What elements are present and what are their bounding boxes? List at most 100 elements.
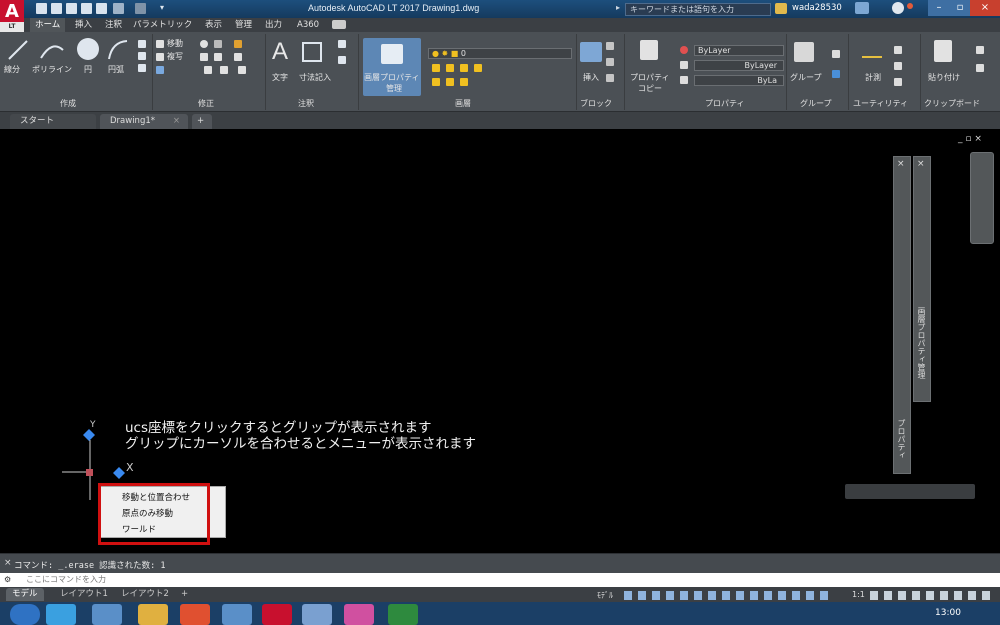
layer-tool-icon[interactable] xyxy=(446,64,454,72)
utilities-group-title[interactable]: ユーティリティ xyxy=(853,98,908,110)
create-block-icon[interactable] xyxy=(606,42,614,50)
insert-block-icon[interactable] xyxy=(580,42,602,62)
model-space-button[interactable]: ﾓﾃﾞﾙ xyxy=(597,590,613,601)
layer-properties-palette[interactable]: × 画層プロパティ管理 xyxy=(913,156,931,402)
tab-insert[interactable]: 挿入 xyxy=(70,18,97,32)
scale-icon[interactable] xyxy=(204,66,212,74)
rectangle-icon[interactable] xyxy=(138,40,146,48)
add-layout-button[interactable]: + xyxy=(175,588,194,601)
color-dropdown[interactable]: ByLayer xyxy=(694,45,784,56)
qa-dropdown-icon[interactable]: ▾ xyxy=(160,3,164,12)
layer-tool-icon[interactable] xyxy=(432,78,440,86)
circle-icon[interactable] xyxy=(77,38,99,60)
ie-icon[interactable] xyxy=(46,604,76,625)
groups-group-title[interactable]: グループ xyxy=(800,98,832,110)
command-input[interactable]: ここにコマンドを入力 xyxy=(26,573,106,587)
status-tools[interactable] xyxy=(870,591,994,600)
tab-home[interactable]: ホーム xyxy=(30,18,66,32)
rotate-icon[interactable] xyxy=(200,40,208,48)
mirror-icon[interactable] xyxy=(200,53,208,61)
featured-apps-icon[interactable] xyxy=(332,20,346,29)
tab-layout1[interactable]: レイアウト1 xyxy=(54,588,114,601)
ucs-y-grip-icon[interactable] xyxy=(82,428,96,442)
arc-icon[interactable] xyxy=(106,38,130,62)
command-close-icon[interactable]: × xyxy=(4,558,12,568)
tab-annotate[interactable]: 注釈 xyxy=(100,18,127,32)
calculator-icon[interactable] xyxy=(894,78,902,86)
move-label[interactable]: 移動 xyxy=(167,38,183,49)
copy-label[interactable]: 複写 xyxy=(167,51,183,62)
new-tab-button[interactable]: + xyxy=(192,114,212,129)
clipboard-group-title[interactable]: クリップボード xyxy=(924,98,980,110)
layers-group-title[interactable]: 画層 xyxy=(455,98,471,110)
polyline-icon[interactable] xyxy=(38,38,66,62)
layer-tool-icon[interactable] xyxy=(474,64,482,72)
layer-tool-icon[interactable] xyxy=(432,64,440,72)
edit-block-icon[interactable] xyxy=(606,58,614,66)
palette-close-icon[interactable]: × xyxy=(897,159,905,169)
minimize-button[interactable]: – xyxy=(928,0,950,16)
offset-icon[interactable] xyxy=(238,66,246,74)
erase-icon[interactable] xyxy=(234,40,242,48)
drafting-toggles[interactable] xyxy=(624,591,834,600)
hatch-icon[interactable] xyxy=(138,52,146,60)
trim-icon[interactable] xyxy=(214,40,222,48)
autocad-icon[interactable] xyxy=(262,604,292,625)
copy-icon[interactable] xyxy=(156,53,164,61)
tab-output[interactable]: 出力 xyxy=(260,18,287,32)
excel-icon[interactable] xyxy=(388,604,418,625)
dimension-icon[interactable] xyxy=(302,42,322,62)
attribute-icon[interactable] xyxy=(606,74,614,82)
viewport-controls[interactable]: _ ▫ × xyxy=(958,134,982,144)
navigation-bar[interactable] xyxy=(970,152,994,244)
tab-parametric[interactable]: パラメトリック xyxy=(128,18,197,32)
layer-tool-icon[interactable] xyxy=(446,78,454,86)
block-group-title[interactable]: ブロック xyxy=(580,98,612,110)
application-menu-button[interactable]: A LT xyxy=(0,0,24,32)
tab-layout2[interactable]: レイアウト2 xyxy=(115,588,175,601)
user-icon[interactable] xyxy=(775,3,787,14)
paint-icon[interactable] xyxy=(302,604,332,625)
drawing-tab[interactable]: Drawing1* × xyxy=(100,114,188,129)
text-icon[interactable]: A xyxy=(272,38,288,66)
linetype-dropdown[interactable]: ByLayer xyxy=(694,60,784,71)
help-icon[interactable] xyxy=(892,2,904,14)
app-icon[interactable] xyxy=(222,604,252,625)
start-button[interactable] xyxy=(10,604,40,625)
move-icon[interactable] xyxy=(156,40,164,48)
ucs-x-grip-icon[interactable] xyxy=(112,466,126,480)
point-icon[interactable] xyxy=(894,62,902,70)
redo-icon[interactable] xyxy=(135,3,146,14)
close-tab-icon[interactable]: × xyxy=(173,114,180,129)
search-expand-icon[interactable]: ▸ xyxy=(616,3,620,12)
search-input[interactable]: キーワードまたは語句を入力 xyxy=(625,3,771,16)
properties-palette[interactable]: × プロパティ xyxy=(893,156,911,474)
palette-close-icon[interactable]: × xyxy=(917,159,925,169)
gradient-icon[interactable] xyxy=(138,64,146,72)
cut-icon[interactable] xyxy=(976,46,984,54)
annotation-scale-widget[interactable] xyxy=(845,484,975,499)
measure-icon[interactable] xyxy=(862,48,882,58)
explorer-icon[interactable] xyxy=(138,604,168,625)
save-icon[interactable] xyxy=(66,3,77,14)
group-select-icon[interactable] xyxy=(832,70,840,78)
annotation-group-title[interactable]: 注釈 xyxy=(298,98,314,110)
tab-a360[interactable]: A360 xyxy=(292,18,324,32)
notification-icon[interactable] xyxy=(907,3,913,9)
viewer-icon[interactable] xyxy=(344,604,374,625)
close-button[interactable]: × xyxy=(970,0,1000,16)
command-wrench-icon[interactable]: ⚙ xyxy=(4,573,11,587)
print-icon[interactable] xyxy=(96,3,107,14)
tab-view[interactable]: 表示 xyxy=(200,18,227,32)
group-icon[interactable] xyxy=(794,42,814,62)
line-icon[interactable] xyxy=(6,38,30,62)
leader-icon[interactable] xyxy=(338,40,346,48)
media-icon[interactable] xyxy=(92,604,122,625)
exchange-icon[interactable] xyxy=(855,2,869,14)
current-layer-dropdown[interactable]: ● ✸ ■ 0 xyxy=(428,48,572,59)
match-properties-icon[interactable] xyxy=(640,40,658,60)
properties-group-title[interactable]: プロパティ xyxy=(705,98,745,110)
table-icon[interactable] xyxy=(338,56,346,64)
layer-tool-icon[interactable] xyxy=(460,64,468,72)
draw-group-title[interactable]: 作成 xyxy=(60,98,76,110)
